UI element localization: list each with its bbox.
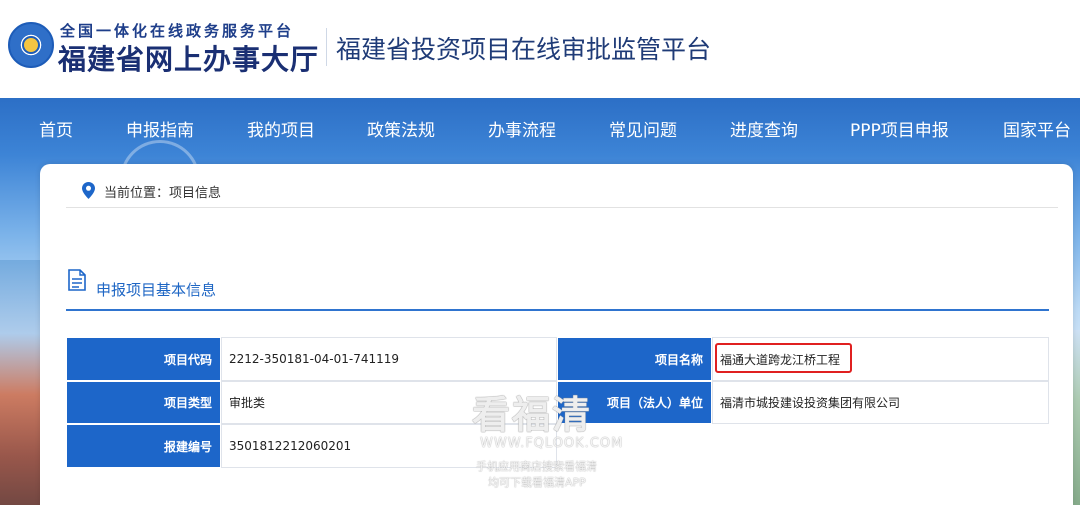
nav-national-platform[interactable]: 国家平台 <box>1003 116 1071 141</box>
nav-process[interactable]: 办事流程 <box>488 116 556 141</box>
platform-title: 福建省投资项目在线审批监管平台 <box>336 35 712 64</box>
table-label-construction-number: 报建编号 <box>66 424 221 468</box>
breadcrumb-divider <box>66 207 1058 208</box>
document-icon <box>68 269 86 291</box>
watermark-brand: 看福清 <box>472 393 593 437</box>
nav-faq[interactable]: 常见问题 <box>609 116 677 141</box>
nav-ppp[interactable]: PPP项目申报 <box>850 116 949 141</box>
section-divider <box>66 309 1049 311</box>
nav-guide[interactable]: 申报指南 <box>126 116 194 141</box>
table-label-project-type: 项目类型 <box>66 381 221 424</box>
nav-policies[interactable]: 政策法规 <box>367 116 435 141</box>
watermark-url: WWW.FQLOOK.COM <box>480 436 624 451</box>
banner-building-left <box>0 260 40 505</box>
location-pin-icon <box>82 182 95 199</box>
nav-my-projects[interactable]: 我的项目 <box>247 116 315 141</box>
watermark-line-2: 均可下载看福清APP <box>488 476 586 489</box>
breadcrumb: 当前位置：项目信息 <box>104 186 222 201</box>
nav-home[interactable]: 首页 <box>39 116 73 141</box>
highlight-box <box>715 343 852 373</box>
site-header: 全国一体化在线政务服务平台 福建省网上办事大厅 福建省投资项目在线审批监管平台 <box>0 0 1080 98</box>
watermark-line-1: 手机应用商店搜索看福清 <box>476 460 597 473</box>
table-value-project-code: 2212-350181-04-01-741119 <box>221 337 557 381</box>
logo-emblem-icon[interactable] <box>8 22 54 68</box>
table-value-legal-entity: 福清市城投建设投资集团有限公司 <box>712 381 1049 424</box>
nav-progress[interactable]: 进度查询 <box>730 116 798 141</box>
table-label-project-code: 项目代码 <box>66 337 221 381</box>
header-divider <box>326 28 327 66</box>
table-label-project-name: 项目名称 <box>557 337 712 381</box>
section-title: 申报项目基本信息 <box>96 281 217 299</box>
logo-title[interactable]: 福建省网上办事大厅 <box>58 38 319 78</box>
